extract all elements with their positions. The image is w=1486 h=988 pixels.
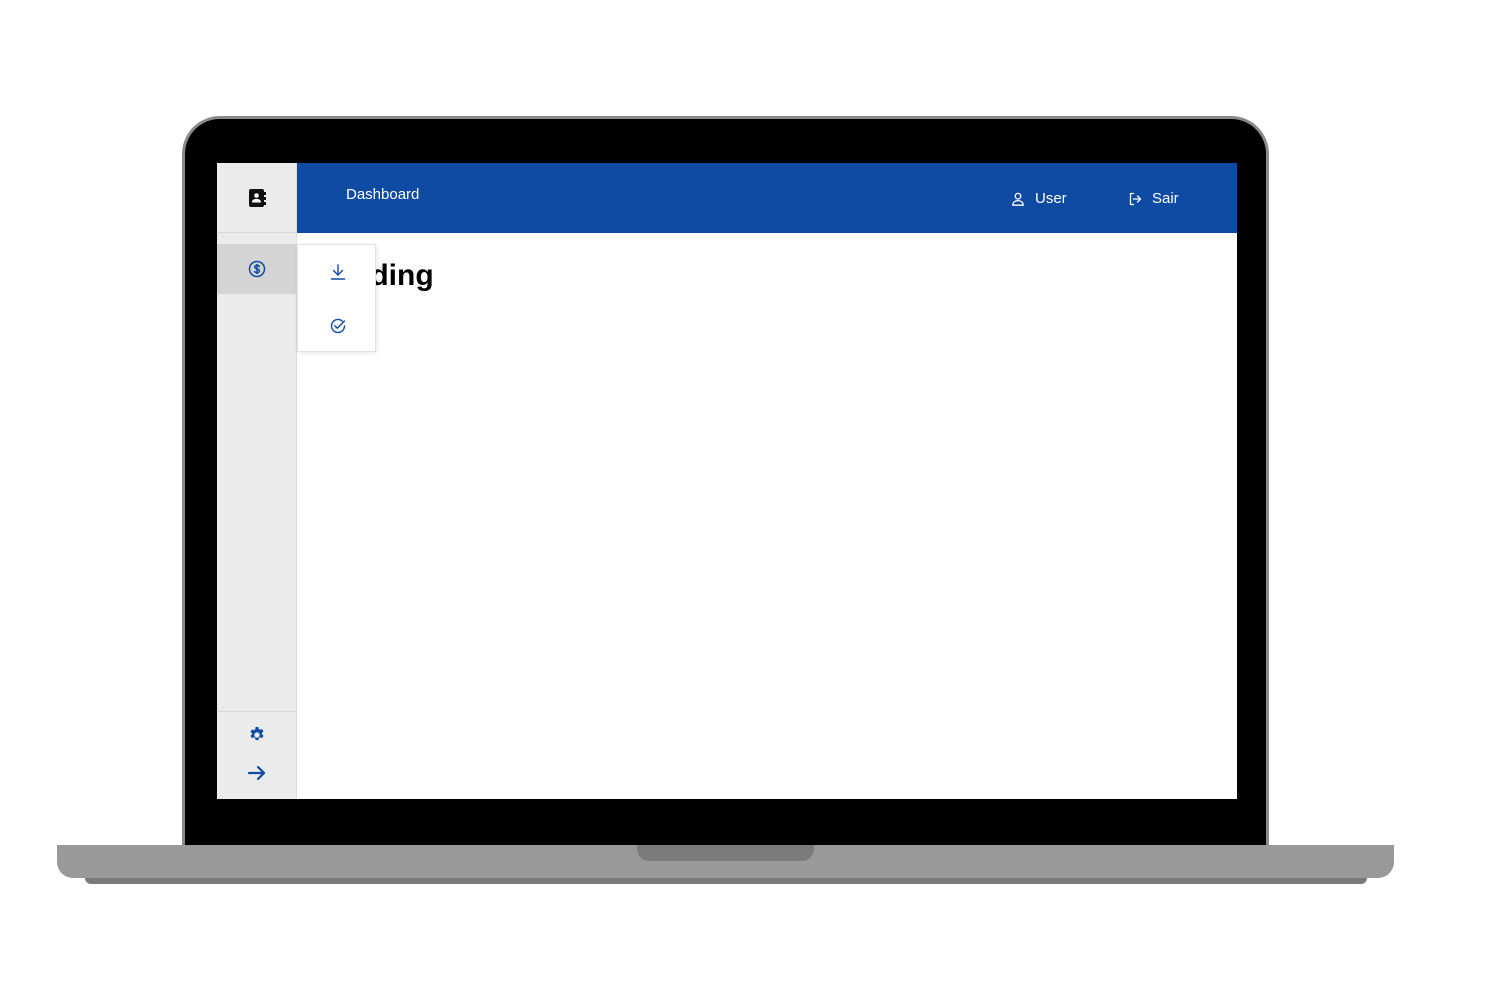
sidebar-footer (217, 711, 296, 792)
logout-label: Sair (1152, 190, 1179, 207)
check-circle-icon (329, 317, 347, 335)
app-screen: Dashboard User Sair Loading (217, 163, 1237, 799)
user-label: User (1035, 190, 1067, 207)
top-navbar: Dashboard User Sair (297, 163, 1237, 233)
settings-button[interactable] (217, 716, 296, 754)
dollar-circle-icon (248, 260, 266, 278)
submenu-check-button[interactable] (298, 306, 377, 346)
logout-button[interactable]: Sair (1127, 190, 1179, 207)
gear-icon (248, 726, 266, 744)
laptop-notch (637, 845, 814, 861)
download-icon (329, 263, 347, 281)
contact-book-icon (247, 188, 267, 208)
submenu-popover (297, 244, 376, 352)
laptop-foot (85, 878, 1367, 884)
sidebar-item-finance[interactable] (217, 244, 296, 294)
sidebar (217, 163, 297, 799)
submenu-download-button[interactable] (298, 252, 377, 292)
page-title: Dashboard (346, 186, 420, 203)
user-icon (1010, 191, 1026, 207)
logout-icon (1127, 191, 1143, 207)
user-button[interactable]: User (1010, 190, 1067, 207)
arrow-right-icon (247, 764, 267, 782)
expand-sidebar-button[interactable] (217, 754, 296, 792)
sidebar-logo[interactable] (217, 163, 296, 233)
